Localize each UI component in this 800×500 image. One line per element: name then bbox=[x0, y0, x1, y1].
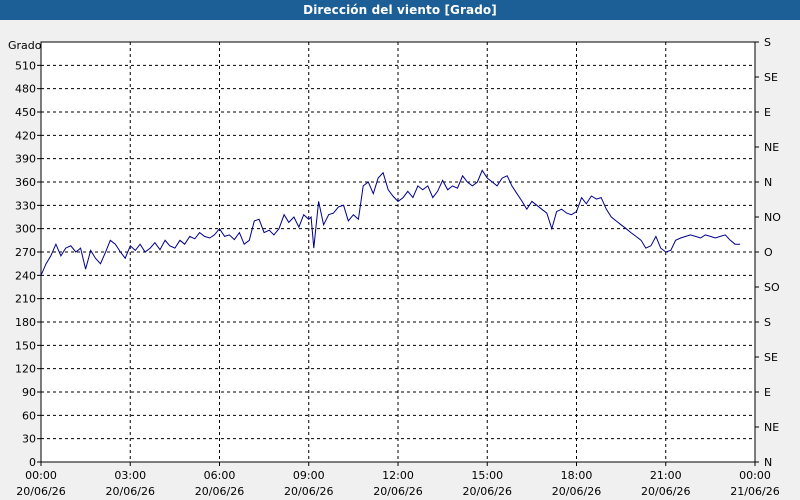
x-tick-date: 20/06/26 bbox=[463, 485, 512, 498]
y-tick-label: 0 bbox=[29, 456, 36, 469]
chart-title: Dirección del viento [Grado] bbox=[0, 0, 800, 20]
y-axis-left: 0 30 60 90 120 150 180 210 240 270 300 330 360 390 420… bbox=[15, 59, 41, 469]
y-tick-label: 390 bbox=[15, 153, 36, 166]
x-tick-time: 00:00 bbox=[25, 469, 57, 482]
y-tick-label: 330 bbox=[15, 199, 36, 212]
x-tick-time: 18:00 bbox=[561, 469, 593, 482]
y-tick-label: 90 bbox=[22, 386, 36, 399]
x-tick-time: 03:00 bbox=[114, 469, 146, 482]
x-tick-date: 20/06/26 bbox=[106, 485, 155, 498]
y-right-tick-label: N bbox=[764, 176, 772, 189]
y-right-tick-label: SE bbox=[764, 71, 778, 84]
x-tick-date: 20/06/26 bbox=[284, 485, 333, 498]
x-tick-date: 20/06/26 bbox=[373, 485, 422, 498]
x-tick-time: 06:00 bbox=[204, 469, 236, 482]
y-tick-label: 240 bbox=[15, 269, 36, 282]
x-tick-date: 20/06/26 bbox=[552, 485, 601, 498]
y-tick-label: 60 bbox=[22, 409, 36, 422]
x-tick-time: 00:00 bbox=[739, 469, 771, 482]
wind-direction-chart: 0 30 60 90 120 150 180 210 240 270 300 330 360 390 420… bbox=[8, 36, 781, 498]
y-tick-label: 450 bbox=[15, 106, 36, 119]
x-tick-date: 20/06/26 bbox=[195, 485, 244, 498]
y-right-tick-label: SE bbox=[764, 351, 778, 364]
y-right-tick-label: NE bbox=[764, 421, 779, 434]
y-tick-label: 210 bbox=[15, 293, 36, 306]
x-tick-time: 09:00 bbox=[293, 469, 325, 482]
x-tick-date: 20/06/26 bbox=[16, 485, 65, 498]
y-right-tick-label: S bbox=[764, 36, 771, 49]
y-tick-label: 180 bbox=[15, 316, 36, 329]
x-tick-date: 21/06/26 bbox=[730, 485, 779, 498]
y-tick-label: 120 bbox=[15, 363, 36, 376]
y-tick-label: 510 bbox=[15, 59, 36, 72]
x-tick-time: 12:00 bbox=[382, 469, 414, 482]
y-tick-label: 360 bbox=[15, 176, 36, 189]
y-right-tick-label: E bbox=[764, 386, 771, 399]
y-tick-label: 300 bbox=[15, 223, 36, 236]
y-right-tick-label: SO bbox=[764, 281, 780, 294]
y-axis-title: Grado bbox=[8, 39, 42, 52]
x-tick-date: 20/06/26 bbox=[641, 485, 690, 498]
y-right-tick-label: S bbox=[764, 316, 771, 329]
y-right-tick-label: O bbox=[764, 246, 773, 259]
x-axis: 00:00 20/06/26 03:00 20/06/26 06:00 20/06/26 0… bbox=[16, 462, 780, 498]
x-tick-time: 15:00 bbox=[471, 469, 503, 482]
y-tick-label: 420 bbox=[15, 129, 36, 142]
y-tick-label: 150 bbox=[15, 339, 36, 352]
y-axis-right: N NE E SE S SO O NO N NE E SE S bbox=[755, 36, 781, 469]
y-right-tick-label: NO bbox=[764, 211, 781, 224]
y-tick-label: 480 bbox=[15, 83, 36, 96]
y-right-tick-label: E bbox=[764, 106, 771, 119]
y-right-tick-label: N bbox=[764, 456, 772, 469]
y-tick-label: 30 bbox=[22, 433, 36, 446]
y-right-tick-label: NE bbox=[764, 141, 779, 154]
y-tick-label: 270 bbox=[15, 246, 36, 259]
x-tick-time: 21:00 bbox=[650, 469, 682, 482]
